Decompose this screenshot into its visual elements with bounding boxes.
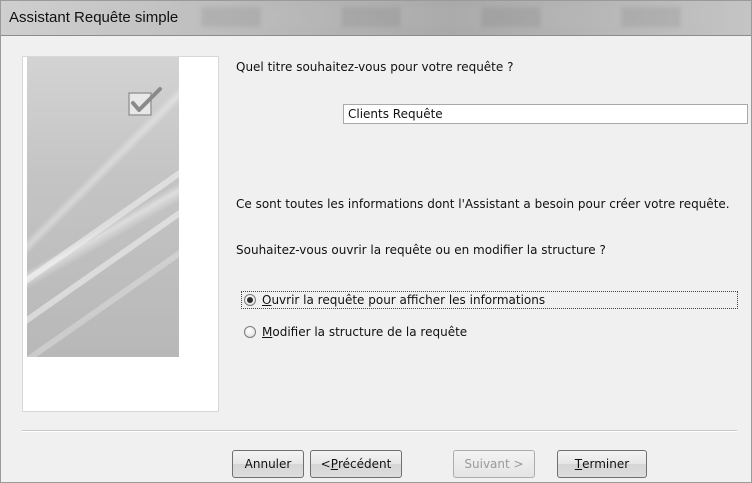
title-bar[interactable]: Assistant Requête simple	[1, 1, 751, 36]
open-query-option[interactable]: Ouvrir la requête pour afficher les info…	[241, 291, 738, 309]
cancel-button[interactable]: Annuler	[232, 450, 304, 478]
modify-structure-radio[interactable]	[244, 326, 256, 338]
wizard-illustration-icon	[27, 57, 179, 357]
wizard-client-area: Quel titre souhaitez-vous pour votre req…	[1, 36, 751, 482]
open-query-label: Ouvrir la requête pour afficher les info…	[262, 293, 546, 307]
open-query-radio[interactable]	[244, 294, 256, 306]
open-or-modify-question: Souhaitez-vous ouvrir la requête ou en m…	[236, 243, 606, 257]
query-title-input[interactable]	[343, 104, 748, 124]
info-text: Ce sont toutes les informations dont l'A…	[236, 197, 730, 211]
next-button[interactable]: Suivant >	[453, 450, 535, 478]
wizard-window: Assistant Requête simple Quel titre souh…	[0, 0, 752, 483]
previous-button[interactable]: < Précédent	[310, 450, 402, 478]
title-question-label: Quel titre souhaitez-vous pour votre req…	[236, 60, 514, 74]
checkmark-icon	[128, 87, 162, 116]
button-separator	[22, 430, 737, 432]
window-title: Assistant Requête simple	[9, 9, 179, 26]
wizard-side-panel	[22, 56, 219, 412]
modify-structure-label: Modifier la structure de la requête	[262, 325, 468, 339]
modify-structure-option[interactable]: Modifier la structure de la requête	[241, 323, 467, 341]
finish-button[interactable]: Terminer	[557, 450, 647, 478]
